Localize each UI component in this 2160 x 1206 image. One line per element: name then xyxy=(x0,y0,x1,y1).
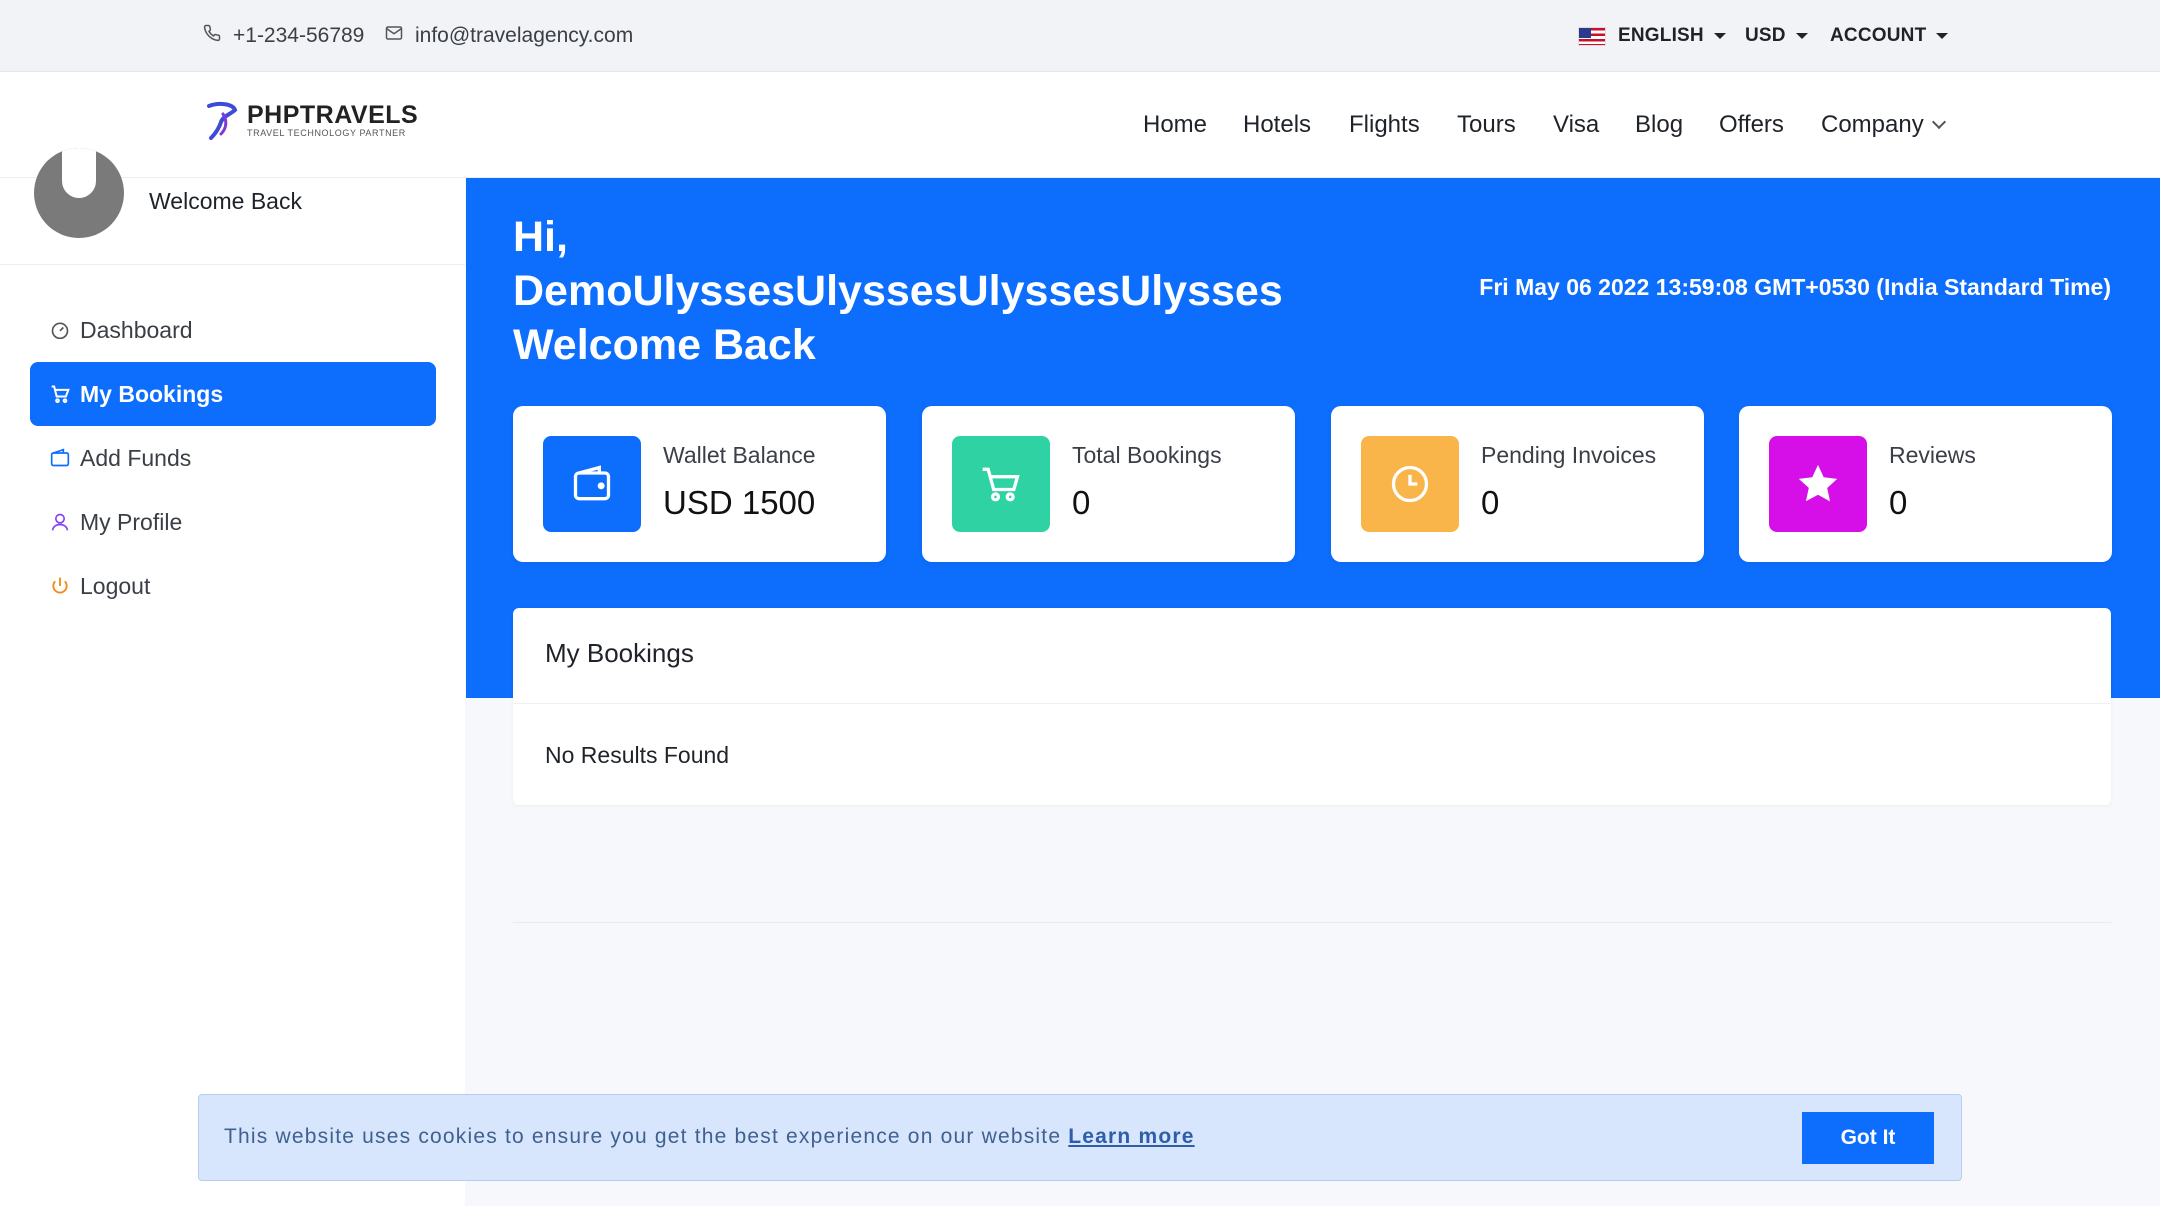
card-label: Wallet Balance xyxy=(663,442,816,468)
sidebar-item-label: My Bookings xyxy=(80,380,224,407)
currency-label: USD xyxy=(1745,25,1786,46)
wallet-balance-card[interactable]: Wallet Balance USD 1500 xyxy=(513,406,886,562)
cart-icon xyxy=(50,384,70,404)
cart-icon xyxy=(952,436,1050,532)
dashboard-icon xyxy=(50,320,70,340)
greeting-username: DemoUlyssesUlyssesUlyssesUlysses xyxy=(513,267,1283,315)
sidebar-item-my-bookings[interactable]: My Bookings xyxy=(30,362,436,426)
phone-contact[interactable]: +1-234-56789 xyxy=(203,0,364,72)
learn-more-link[interactable]: Learn more xyxy=(1068,1125,1194,1148)
star-icon xyxy=(1769,436,1867,532)
card-value: 0 xyxy=(1072,484,1091,521)
email-contact[interactable]: info@travelagency.com xyxy=(385,0,633,72)
sidebar-item-label: My Profile xyxy=(80,508,183,535)
sidebar-item-label: Logout xyxy=(80,572,151,599)
nav-blog[interactable]: Blog xyxy=(1635,72,1683,178)
logo-name: PHPTRAVELS xyxy=(247,100,419,129)
nav-hotels[interactable]: Hotels xyxy=(1243,72,1311,178)
bookings-panel: My Bookings No Results Found xyxy=(513,608,2111,805)
card-value: USD 1500 xyxy=(663,484,816,521)
card-value: 0 xyxy=(1481,484,1500,521)
phone-icon xyxy=(203,24,233,48)
current-datetime: Fri May 06 2022 13:59:08 GMT+0530 (India… xyxy=(1479,274,2111,300)
caret-down-icon xyxy=(1713,33,1726,39)
cookie-message: This website uses cookies to ensure you … xyxy=(224,1125,1195,1149)
panel-title: My Bookings xyxy=(545,638,694,668)
nav-tours[interactable]: Tours xyxy=(1457,72,1516,178)
top-bar: +1-234-56789 info@travelagency.com ENGLI… xyxy=(0,0,2160,72)
email-address: info@travelagency.com xyxy=(415,24,634,47)
account-label: ACCOUNT xyxy=(1830,25,1927,46)
greeting-hi: Hi, xyxy=(513,213,568,261)
card-label: Reviews xyxy=(1889,442,1976,468)
wallet-icon xyxy=(50,448,70,468)
sidebar-item-logout[interactable]: Logout xyxy=(30,554,436,618)
sidebar-item-label: Add Funds xyxy=(80,444,192,471)
nav-offers[interactable]: Offers xyxy=(1719,72,1784,178)
avatar[interactable] xyxy=(34,148,124,238)
empty-state-text: No Results Found xyxy=(545,742,730,768)
site-logo[interactable]: PHPTRAVELS TRAVEL TECHNOLOGY PARTNER xyxy=(205,100,418,140)
logo-mark-icon xyxy=(207,101,238,140)
sidebar-item-my-profile[interactable]: My Profile xyxy=(30,490,436,554)
logo-tagline: TRAVEL TECHNOLOGY PARTNER xyxy=(247,127,406,138)
account-dropdown[interactable]: ACCOUNT xyxy=(1830,0,1949,72)
phone-number: +1-234-56789 xyxy=(233,24,365,47)
caret-down-icon xyxy=(1936,33,1949,39)
divider xyxy=(513,922,2111,923)
sidebar-item-dashboard[interactable]: Dashboard xyxy=(30,298,436,362)
wallet-icon xyxy=(543,436,641,532)
main-header: PHPTRAVELS TRAVEL TECHNOLOGY PARTNER Hom… xyxy=(0,72,2160,178)
total-bookings-card[interactable]: Total Bookings 0 xyxy=(922,406,1295,562)
greeting-welcome: Welcome Back xyxy=(513,321,816,369)
currency-dropdown[interactable]: USD xyxy=(1745,0,1808,72)
reviews-card[interactable]: Reviews 0 xyxy=(1739,406,2112,562)
chevron-down-icon xyxy=(1931,114,1946,130)
divider xyxy=(513,703,2111,704)
language-dropdown[interactable]: ENGLISH xyxy=(1578,0,1726,72)
sidebar: Welcome Back Dashboard My Bookings Add F… xyxy=(0,148,465,1206)
user-icon xyxy=(50,512,70,532)
caret-down-icon xyxy=(1795,33,1808,39)
nav-visa[interactable]: Visa xyxy=(1553,72,1599,178)
us-flag-icon xyxy=(1578,26,1606,46)
power-icon xyxy=(50,576,70,596)
mail-icon xyxy=(385,24,415,48)
cookie-text: This website uses cookies to ensure you … xyxy=(224,1125,1062,1148)
pending-invoices-card[interactable]: Pending Invoices 0 xyxy=(1331,406,1704,562)
card-value: 0 xyxy=(1889,484,1908,521)
language-label: ENGLISH xyxy=(1618,25,1704,46)
card-label: Pending Invoices xyxy=(1481,442,1657,468)
nav-home[interactable]: Home xyxy=(1143,72,1207,178)
sidebar-welcome: Welcome Back xyxy=(149,188,302,214)
nav-flights[interactable]: Flights xyxy=(1349,72,1420,178)
divider xyxy=(0,264,465,265)
nav-company-label: Company xyxy=(1821,111,1924,138)
sidebar-item-label: Dashboard xyxy=(80,316,193,343)
got-it-button[interactable]: Got It xyxy=(1802,1112,1934,1164)
sidebar-item-add-funds[interactable]: Add Funds xyxy=(30,426,436,490)
cookie-banner: This website uses cookies to ensure you … xyxy=(198,1094,1962,1181)
greeting: Hi, DemoUlyssesUlyssesUlyssesUlysses Wel… xyxy=(513,210,1283,372)
clock-icon xyxy=(1361,436,1459,532)
nav-company[interactable]: Company xyxy=(1821,72,1946,178)
card-label: Total Bookings xyxy=(1072,442,1222,468)
